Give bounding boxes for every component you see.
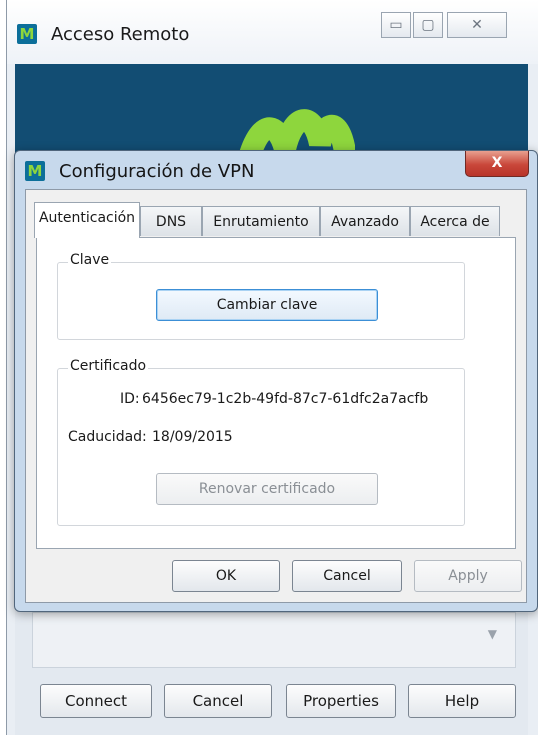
- minimize-icon[interactable]: ▭: [381, 12, 411, 38]
- certificado-group: Certificado ID: 6456ec79-1c2b-49fd-87c7-…: [57, 358, 465, 526]
- expiry-label: Caducidad:: [68, 429, 147, 445]
- certificate-id-label: ID:: [120, 391, 140, 407]
- help-button[interactable]: Help: [408, 684, 516, 718]
- apply-button[interactable]: Apply: [414, 560, 522, 592]
- connection-dropdown[interactable]: ▼: [32, 612, 516, 668]
- dialog-client-area: Autenticación DNS Enrutamiento Avanzado …: [25, 189, 527, 603]
- acceso-remoto-titlebar: M Acceso Remoto ▭ ▢ ✕: [7, 0, 538, 64]
- tab-avanzado[interactable]: Avanzado: [320, 206, 410, 236]
- movistar-banner: [15, 64, 528, 154]
- clave-legend: Clave: [68, 252, 112, 268]
- tab-acerca-de[interactable]: Acerca de: [410, 206, 500, 236]
- m-logo-icon: M: [17, 24, 37, 44]
- clave-group: Clave Cambiar clave: [57, 252, 465, 340]
- certificado-legend: Certificado: [68, 358, 149, 374]
- cambiar-clave-button[interactable]: Cambiar clave: [156, 289, 378, 321]
- vpn-config-dialog: M Configuración de VPN X Autenticación D…: [14, 150, 538, 612]
- expiry-value: 18/09/2015: [152, 429, 233, 445]
- ok-button[interactable]: OK: [172, 560, 280, 592]
- tab-enrutamiento[interactable]: Enrutamiento: [202, 206, 320, 236]
- connect-button[interactable]: Connect: [40, 684, 152, 718]
- movistar-m-logo-icon: [238, 109, 355, 154]
- cancel-button-background[interactable]: Cancel: [164, 684, 272, 718]
- certificate-id-value: 6456ec79-1c2b-49fd-87c7-61dfc2a7acfb: [142, 391, 429, 407]
- tab-autenticacion[interactable]: Autenticación: [34, 202, 140, 238]
- close-icon[interactable]: ✕: [447, 12, 507, 38]
- dialog-close-icon[interactable]: X: [465, 151, 529, 177]
- maximize-icon[interactable]: ▢: [413, 12, 443, 38]
- m-logo-icon: M: [25, 161, 45, 181]
- cancel-button[interactable]: Cancel: [292, 560, 402, 592]
- renovar-certificado-button[interactable]: Renovar certificado: [156, 473, 378, 505]
- autenticacion-panel: Clave Cambiar clave Certificado ID: 6456…: [36, 237, 516, 549]
- properties-button[interactable]: Properties: [286, 684, 396, 718]
- tab-dns[interactable]: DNS: [140, 206, 202, 236]
- acceso-remoto-title: Acceso Remoto: [51, 24, 190, 45]
- dropdown-arrow-icon[interactable]: ▼: [488, 627, 497, 641]
- dialog-title: Configuración de VPN: [59, 161, 255, 182]
